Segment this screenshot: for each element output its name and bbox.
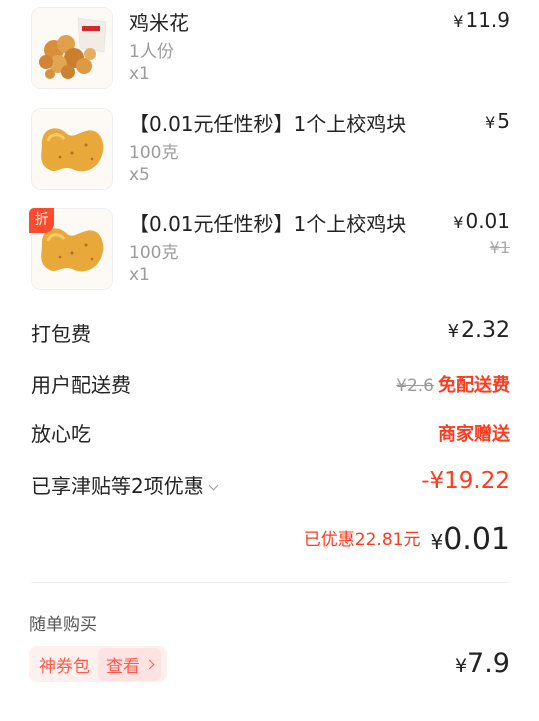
section-divider bbox=[31, 582, 510, 583]
coupon-package-price: ¥7.9 bbox=[455, 648, 510, 679]
item-spec: 1人份 bbox=[129, 42, 174, 62]
worry-free-label: 放心吃 bbox=[31, 422, 91, 446]
chicken-nugget-image bbox=[31, 108, 113, 190]
packing-fee-amount: 2.32 bbox=[461, 318, 510, 343]
packing-fee-label: 打包费 bbox=[31, 322, 91, 346]
coupon-price-value: 7.9 bbox=[467, 648, 510, 679]
item-quantity: x5 bbox=[129, 165, 150, 185]
packing-fee-value: ¥2.32 bbox=[448, 318, 510, 343]
delivery-original-price: ¥2.6 bbox=[396, 376, 434, 396]
chevron-down-icon bbox=[208, 480, 219, 491]
original-price: ¥1 bbox=[489, 238, 510, 257]
currency-symbol: ¥ bbox=[453, 213, 464, 232]
item-spec: 100克 bbox=[129, 243, 179, 263]
item-quantity: x1 bbox=[129, 265, 150, 285]
delivery-fee-label: 用户配送费 bbox=[31, 373, 131, 397]
discount-summary-label: 已享津贴等2项优惠 bbox=[31, 474, 204, 498]
order-item-2: 【0.01元任性秒】1个上校鸡块 100克 x5 ¥5 bbox=[0, 101, 539, 197]
popcorn-chicken-image bbox=[31, 7, 113, 89]
currency-symbol: ¥ bbox=[453, 12, 464, 31]
free-delivery-tag: 免配送费 bbox=[438, 375, 510, 396]
item-name: 【0.01元任性秒】1个上校鸡块 bbox=[129, 212, 407, 236]
item-price: ¥0.01 bbox=[453, 209, 510, 233]
currency-symbol: ¥ bbox=[447, 321, 460, 342]
item-price: ¥11.9 bbox=[453, 8, 510, 32]
worry-free-value: 商家赠送 bbox=[438, 420, 510, 446]
currency-symbol: ¥ bbox=[454, 655, 468, 677]
item-spec: 100克 bbox=[129, 143, 179, 163]
item-price-value: 11.9 bbox=[465, 8, 510, 32]
total-amount: 0.01 bbox=[443, 522, 510, 557]
merchant-gift-tag: 商家赠送 bbox=[438, 424, 510, 445]
item-price-value: 0.01 bbox=[465, 209, 510, 233]
item-price-value: 5 bbox=[497, 109, 510, 133]
order-item-1: 鸡米花 1人份 x1 ¥11.9 bbox=[0, 0, 539, 96]
currency-symbol: ¥ bbox=[430, 530, 444, 554]
item-name: 【0.01元任性秒】1个上校鸡块 bbox=[129, 112, 407, 136]
coupon-package-name: 神券包 bbox=[39, 656, 90, 677]
delivery-fee-value: ¥2.6 免配送费 bbox=[396, 371, 510, 397]
view-coupon-label: 查看 bbox=[106, 656, 140, 677]
addon-section-title: 随单购买 bbox=[29, 615, 97, 635]
discount-total-value: -¥19.22 bbox=[421, 468, 510, 494]
order-total: 已优惠22.81元 ¥0.01 bbox=[304, 522, 510, 557]
discount-badge: 折 bbox=[29, 208, 54, 233]
item-price: ¥5 bbox=[485, 109, 510, 133]
saved-amount-text: 已优惠22.81元 bbox=[303, 530, 421, 550]
coupon-package-pill[interactable]: 神券包 查看 bbox=[29, 646, 167, 682]
order-item-3: 折 【0.01元任性秒】1个上校鸡块 100克 x1 ¥0.01 ¥1 bbox=[0, 201, 539, 297]
view-coupon-button[interactable]: 查看 bbox=[98, 647, 161, 681]
discount-summary-toggle[interactable]: 已享津贴等2项优惠 bbox=[31, 470, 219, 499]
currency-symbol: ¥ bbox=[485, 113, 496, 132]
chevron-right-icon bbox=[144, 659, 155, 669]
item-name: 鸡米花 bbox=[129, 11, 189, 35]
item-quantity: x1 bbox=[129, 64, 150, 84]
